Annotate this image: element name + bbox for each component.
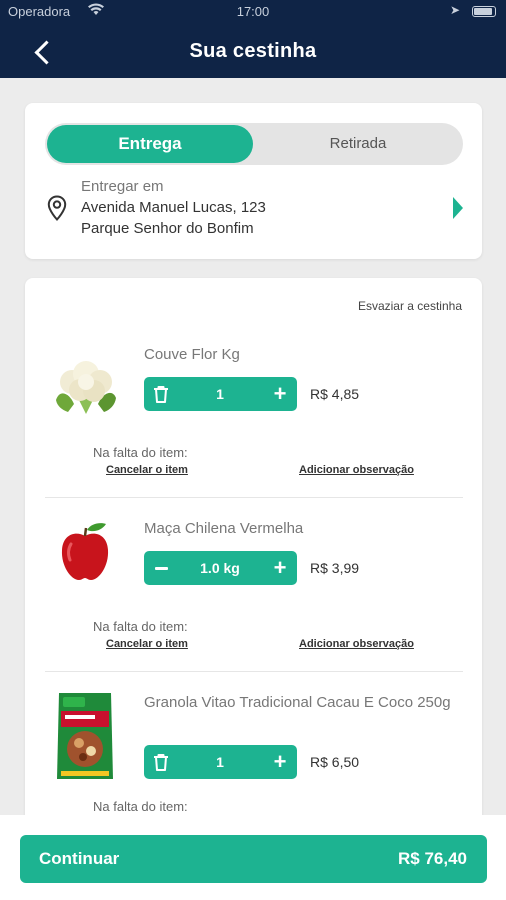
address-neighborhood: Parque Senhor do Bonfim	[81, 220, 254, 237]
change-address-arrow-icon[interactable]	[453, 197, 463, 219]
item-name: Maça Chilena Vermelha	[144, 520, 304, 537]
delivery-card: Entrega Retirada Entregar em Avenida Man…	[25, 103, 482, 259]
empty-cart-link[interactable]: Esvaziar a cestinha	[358, 299, 462, 313]
tab-retirada[interactable]: Retirada	[255, 125, 461, 163]
tab-entrega[interactable]: Entrega	[47, 125, 253, 163]
address-street: Avenida Manuel Lucas, 123	[81, 199, 266, 216]
trash-icon[interactable]	[150, 381, 172, 407]
product-image-granola	[55, 691, 115, 786]
plus-icon[interactable]: +	[269, 555, 291, 581]
status-bar: Operadora 17:00 ➤	[0, 0, 506, 24]
delivery-mode-toggle: Entrega Retirada	[45, 123, 463, 165]
minus-icon[interactable]	[150, 555, 172, 581]
divider	[45, 671, 463, 672]
product-image-cauliflower	[50, 358, 122, 421]
plus-icon[interactable]: +	[269, 381, 291, 407]
cancel-item-link[interactable]: Cancelar o item	[106, 638, 188, 650]
add-note-link[interactable]: Adicionar observação	[299, 638, 414, 650]
app-header: Operadora 17:00 ➤ Sua cestinha	[0, 0, 506, 78]
item-name: Couve Flor Kg	[144, 346, 240, 363]
quantity-stepper: 1 +	[144, 745, 297, 779]
missing-item-label: Na falta do item:	[93, 619, 188, 634]
item-price: R$ 4,85	[310, 386, 360, 402]
quantity-stepper: 1.0 kg +	[144, 551, 297, 585]
missing-item-label: Na falta do item:	[93, 799, 188, 814]
item-price: R$ 3,99	[310, 560, 360, 576]
missing-item-label: Na falta do item:	[93, 445, 188, 460]
page-title: Sua cestinha	[189, 40, 317, 62]
continue-label: Continuar	[39, 849, 120, 868]
continue-button[interactable]: Continuar R$ 76,40	[20, 835, 487, 883]
add-note-link[interactable]: Adicionar observação	[299, 464, 414, 476]
quantity-stepper: 1 +	[144, 377, 297, 411]
map-pin-icon	[47, 195, 67, 221]
cart-total: R$ 76,40	[398, 849, 467, 868]
quantity-value: 1.0 kg	[200, 560, 240, 576]
clock: 17:00	[236, 4, 270, 19]
product-image-apple	[59, 522, 111, 587]
address-label: Entregar em	[81, 178, 164, 195]
divider	[45, 497, 463, 498]
item-price: R$ 6,50	[310, 754, 360, 770]
plus-icon[interactable]: +	[269, 749, 291, 775]
location-arrow-icon: ➤	[450, 3, 461, 17]
trash-icon[interactable]	[150, 749, 172, 775]
quantity-value: 1	[216, 754, 224, 770]
item-name: Granola Vitao Tradicional Cacau E Coco 2…	[144, 694, 451, 711]
cart-card: Esvaziar a cestinha Couve Flor Kg 1 + R$…	[25, 278, 482, 838]
quantity-value: 1	[216, 386, 224, 402]
battery-icon	[472, 6, 496, 17]
cancel-item-link[interactable]: Cancelar o item	[106, 464, 188, 476]
